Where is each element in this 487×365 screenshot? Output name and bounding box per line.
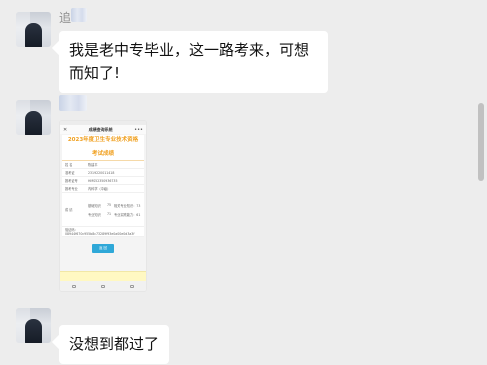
score-value: 71 [107,211,112,216]
verify-code: 验证码：08944f670c955b8c73289f93e0a00e0d3a3f [65,228,135,236]
row-key: 成 绩 [65,208,73,212]
score-label: 专业知识 [88,212,101,217]
message-text: 没想到都过了 [69,335,160,353]
phone-nav-bar: ✕ 成绩查询系统 ••• [60,125,146,134]
close-icon: ✕ [63,126,68,133]
score-value: 75 [107,202,112,207]
scrollbar[interactable] [478,103,484,181]
row-value: 2319220011418 [88,170,115,175]
forward-icon [100,284,105,288]
table-row: 姓 名 陈建平 [62,161,144,169]
image-message[interactable]: ✕ 成绩查询系统 ••• 2023年度卫生专业技术资格 考试成绩 姓 名 陈建平… [59,120,147,292]
phone-nav-title: 成绩查询系统 [88,126,113,132]
result-title: 2023年度卫生专业技术资格 [67,137,139,143]
table-row: 报考专业 内科学（中级） [62,185,144,193]
table-row: 准考证 2319220011418 [62,169,144,177]
row-key: 报考专业 [65,187,78,191]
table-row: 验证码：08944f670c955b8c73289f93e0a00e0d3a3f [62,227,144,237]
result-subtitle: 考试成绩 [62,150,144,161]
row-key: 报考证号 [65,179,78,183]
row-key: 准考证 [65,171,75,175]
sender-name-redacted [71,8,87,22]
result-header: 2023年度卫生专业技术资格 考试成绩 [62,135,144,161]
avatar[interactable] [16,12,51,47]
row-value: HMS52350936735 [88,178,118,183]
score-label: 基础知识 [88,203,101,208]
message-bubble[interactable]: 我是老中专毕业，这一路考来，可想而知了! [59,31,328,93]
back-icon [72,284,77,288]
phone-bottom-bar [60,281,146,291]
back-button: 返 回 [92,244,114,253]
message-text: 我是老中专毕业，这一路考来，可想而知了! [69,41,310,82]
score-label: 专业实践能力：61 [114,212,141,217]
row-key: 姓 名 [65,163,73,167]
score-label: 相关专业知识：73 [114,203,141,208]
sender-name-redacted [59,95,87,111]
row-value: 内科学（中级） [88,187,111,191]
avatar[interactable] [16,308,51,343]
more-icon: ••• [134,126,143,133]
table-row-scores: 成 绩 基础知识 75 相关专业知识：73 专业知识 71 专业实践能力：61 [62,193,144,227]
table-row: 报考证号 HMS52350936735 [62,177,144,185]
avatar[interactable] [16,100,51,135]
sender-name: 追 [59,11,72,25]
result-table: 姓 名 陈建平 准考证 2319220011418 报考证号 HMS523509… [62,161,144,237]
share-icon [129,284,134,288]
message-bubble[interactable]: 没想到都过了 [59,325,170,364]
row-value: 陈建平 [88,163,98,167]
